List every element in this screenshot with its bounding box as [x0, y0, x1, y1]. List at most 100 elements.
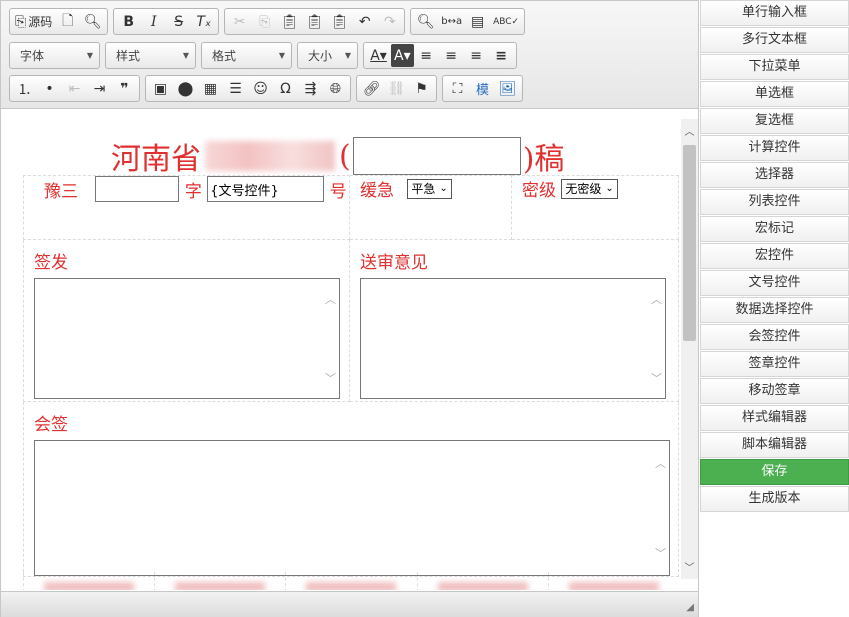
maximize-button[interactable]: ⛶	[445, 77, 470, 100]
align-center-button[interactable]: ≡	[439, 44, 464, 67]
indent-button[interactable]: ⇥	[87, 77, 112, 100]
numbered-list-button[interactable]: ⒈	[12, 77, 37, 100]
undo-button[interactable]: ↶	[352, 10, 377, 33]
songshen-textarea[interactable]: ︿ ﹀	[360, 278, 666, 399]
toolbar-group-colors: A▾ A▾ ≡ ≡ ≡ ≡	[363, 42, 517, 69]
template-button[interactable]: 模	[470, 77, 495, 100]
preview-icon: 🔍︎	[83, 13, 102, 30]
control-sidebar: 单行输入框 多行文本框 下拉菜单 单选框 复选框 计算控件 选择器 列表控件 宏标记 宏控件 文号控…	[700, 0, 849, 617]
sidebar-item-5[interactable]: 计算控件	[700, 135, 849, 161]
sidebar-item-1[interactable]: 多行文本框	[700, 27, 849, 53]
omega-icon: Ω	[280, 80, 291, 97]
style-select[interactable]: 样式 ▼	[105, 42, 196, 69]
source-button[interactable]: ⎘ 源码	[12, 10, 55, 33]
bullet-list-button[interactable]: •	[37, 77, 62, 100]
link-button[interactable]: 🔗︎	[359, 77, 384, 100]
find-button[interactable]: 🔍︎	[413, 10, 438, 33]
image-button[interactable]: ▣	[148, 77, 173, 100]
sidebar-item-9[interactable]: 宏控件	[700, 243, 849, 269]
italic-button[interactable]: I	[141, 10, 166, 33]
sidebar-item-18[interactable]: 生成版本	[700, 486, 849, 512]
remove-format-icon: Tₓ	[196, 13, 212, 30]
qianfa-textarea[interactable]: ︿ ﹀	[34, 278, 340, 399]
toolbar-group-editing: 🔍︎ b↔a ▤ ABC✓	[410, 8, 526, 35]
spellcheck-button[interactable]: ABC✓	[490, 10, 522, 33]
unlink-button[interactable]: ⛓	[384, 77, 409, 100]
resize-handle-icon[interactable]: ◢	[686, 602, 694, 613]
scroll-thumb[interactable]	[683, 145, 696, 341]
qianfa-cell: 签发 ︿ ﹀	[23, 239, 350, 402]
smiley-button[interactable]: ☺	[248, 77, 273, 100]
format-select[interactable]: 格式 ▼	[201, 42, 292, 69]
text-color-button[interactable]: A▾	[366, 44, 391, 67]
redo-button[interactable]: ↷	[377, 10, 402, 33]
flash-button[interactable]: ⬤	[173, 77, 198, 100]
paste-word-button[interactable]: 📋︎	[327, 10, 352, 33]
align-justify-button[interactable]: ≡	[489, 44, 514, 67]
sidebar-item-2[interactable]: 下拉菜单	[700, 54, 849, 80]
iframe-button[interactable]: 🌐︎	[323, 77, 348, 100]
horizontal-rule-button[interactable]: ☰	[223, 77, 248, 100]
scroll-up-icon[interactable]: ︿	[681, 123, 698, 139]
paste-text-button[interactable]: 📋︎	[302, 10, 327, 33]
table-button[interactable]: ▦	[198, 77, 223, 100]
flash-icon: ⬤	[177, 80, 194, 97]
sidebar-item-16[interactable]: 脚本编辑器	[700, 432, 849, 458]
select-all-button[interactable]: ▤	[465, 10, 490, 33]
strike-button[interactable]: S	[166, 10, 191, 33]
preview-button[interactable]: 🔍︎	[80, 10, 105, 33]
paste-button[interactable]: 📋︎	[277, 10, 302, 33]
replace-button[interactable]: b↔a	[438, 10, 465, 33]
secret-level-select[interactable]: 无密级 ⌄	[561, 178, 618, 199]
sidebar-item-6[interactable]: 选择器	[700, 162, 849, 188]
copy-button[interactable]: ⎘	[252, 10, 277, 33]
sidebar-item-4[interactable]: 复选框	[700, 108, 849, 134]
sidebar-item-15[interactable]: 样式编辑器	[700, 405, 849, 431]
toolbar-group-paragraph: ⒈ • ⇤ ⇥ ❞	[9, 75, 140, 102]
table-icon: ▦	[203, 80, 218, 97]
huiqian-textarea[interactable]: ︿ ﹀	[34, 440, 670, 576]
toolbar-group-insert: ▣ ⬤ ▦ ☰ ☺ Ω ⇶ 🌐︎	[145, 75, 351, 102]
scroll-down-icon: ﹀	[655, 547, 666, 560]
sidebar-item-14[interactable]: 移动签章	[700, 378, 849, 404]
doc-number-control[interactable]: {文号控件}	[207, 176, 325, 202]
bg-color-button[interactable]: A▾	[391, 44, 414, 67]
image-insert-button[interactable]: 🖼︎	[495, 77, 520, 100]
scroll-up-icon: ︿	[655, 457, 666, 470]
title-input-field[interactable]	[352, 137, 521, 175]
toolbar-group-document: ⎘ 源码 🗋 🔍︎	[9, 8, 109, 35]
align-left-button[interactable]: ≡	[414, 44, 439, 67]
anchor-button[interactable]: ⚑	[409, 77, 434, 100]
editor-content-area[interactable]: 河南省 ( )稿 豫三 字 {文号控件} 号 缓急 平急 ⌄ 密级 无密级 ⌄ …	[1, 110, 681, 590]
cut-button[interactable]: ✂	[227, 10, 252, 33]
new-page-button[interactable]: 🗋	[55, 10, 80, 33]
doc-year-input[interactable]	[95, 176, 180, 202]
scroll-down-icon: ﹀	[651, 372, 662, 385]
font-size-select[interactable]: 大小 ▼	[297, 42, 358, 69]
sidebar-item-11[interactable]: 数据选择控件	[700, 297, 849, 323]
italic-icon: I	[150, 13, 157, 30]
blockquote-button[interactable]: ❞	[112, 77, 137, 100]
remove-format-button[interactable]: Tₓ	[191, 10, 216, 33]
scroll-down-icon: ﹀	[325, 372, 336, 385]
sidebar-item-3[interactable]: 单选框	[700, 81, 849, 107]
sidebar-item-8[interactable]: 宏标记	[700, 216, 849, 242]
toolbar-group-links: 🔗︎ ⛓ ⚑	[356, 75, 437, 102]
redo-icon: ↷	[383, 13, 396, 30]
sidebar-item-17[interactable]: 保存	[700, 459, 849, 485]
sidebar-item-13[interactable]: 签章控件	[700, 351, 849, 377]
special-char-button[interactable]: Ω	[273, 77, 298, 100]
page-break-button[interactable]: ⇶	[298, 77, 323, 100]
sidebar-item-10[interactable]: 文号控件	[700, 270, 849, 296]
scroll-down-icon[interactable]: ﹀	[681, 559, 698, 575]
bold-button[interactable]: B	[116, 10, 141, 33]
urgency-select[interactable]: 平急 ⌄	[407, 178, 452, 199]
content-scrollbar[interactable]: ︿ ﹀	[681, 119, 698, 579]
sidebar-item-7[interactable]: 列表控件	[700, 189, 849, 215]
font-family-select[interactable]: 字体 ▼	[9, 42, 100, 69]
align-right-button[interactable]: ≡	[464, 44, 489, 67]
sidebar-item-0[interactable]: 单行输入框	[700, 0, 849, 26]
outdent-button[interactable]: ⇤	[62, 77, 87, 100]
sidebar-item-12[interactable]: 会签控件	[700, 324, 849, 350]
numbered-list-icon: ⒈	[17, 81, 32, 98]
